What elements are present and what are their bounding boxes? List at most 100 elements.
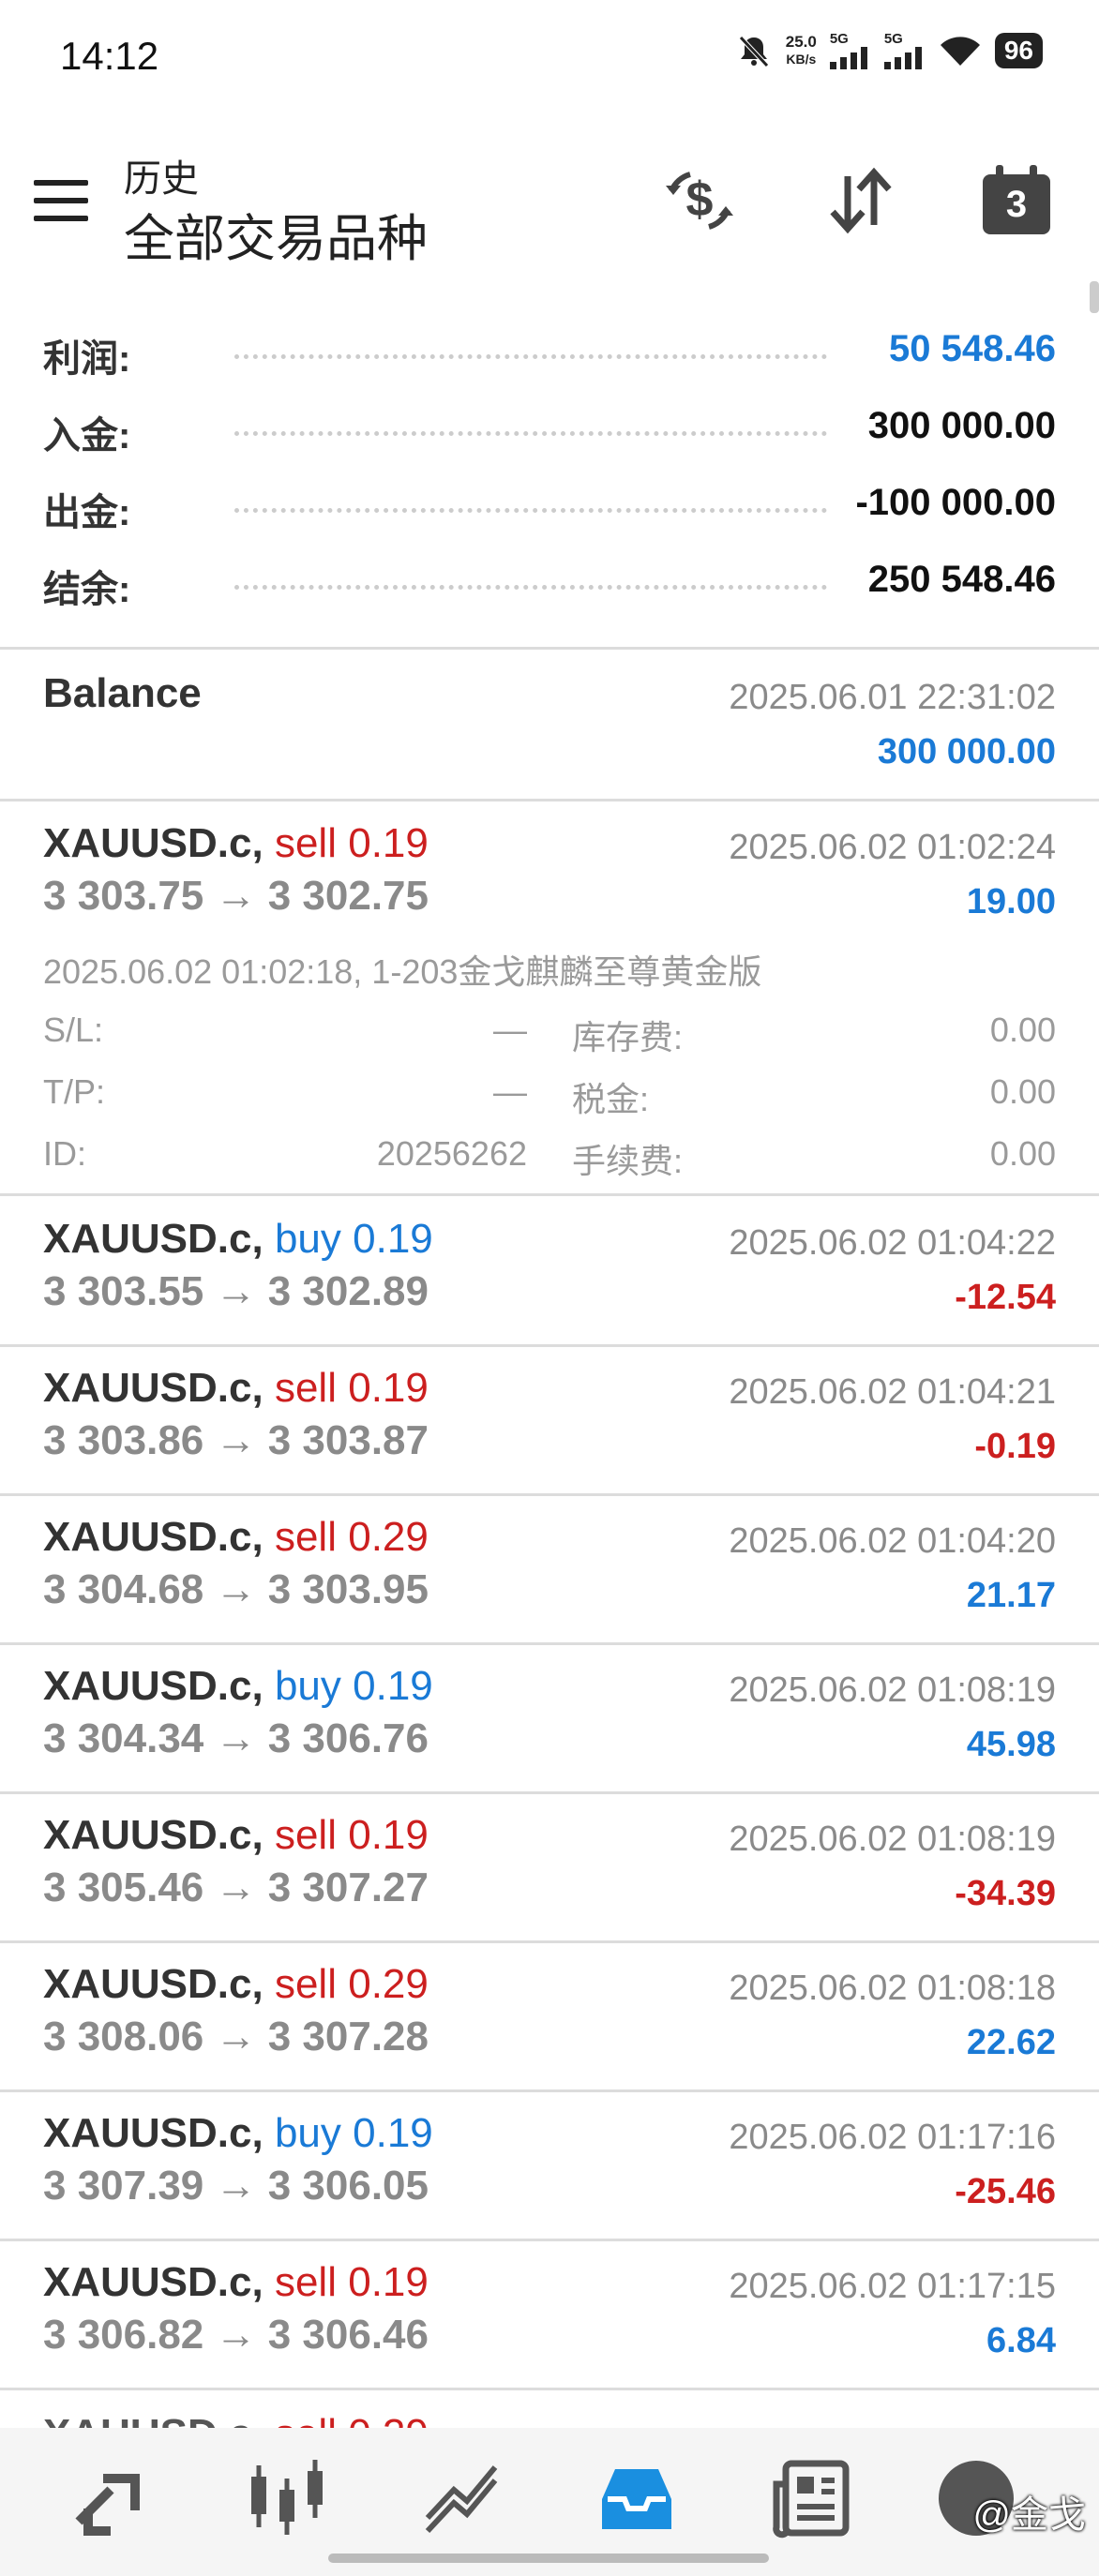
sl-label: S/L: (43, 1011, 104, 1049)
deal-side: buy 0.19 (274, 1663, 433, 1709)
deal-time: 2025.06.02 01:08:18 (729, 1969, 1056, 2008)
deal-time: 2025.06.02 01:08:19 (729, 1670, 1056, 1710)
wifi-icon (940, 37, 980, 66)
news-icon[interactable] (771, 2456, 855, 2540)
watermark-text: @金戈 (972, 2494, 1086, 2536)
sl-value: — (493, 1011, 527, 1049)
deal-time: 2025.06.02 01:04:20 (729, 1521, 1056, 1561)
swap-value: 0.00 (989, 1011, 1056, 1049)
summary-balance: 结余: 250 548.46 (43, 559, 1056, 610)
signal-sim2: 5G (883, 32, 926, 69)
deal-symbol: XAUUSD.c, buy 0.19 (43, 1663, 433, 1709)
status-time: 14:12 (60, 34, 159, 78)
scrollbar[interactable] (1090, 281, 1099, 313)
deal-row[interactable]: XAUUSD.c, sell 0.19 3 303.75 → 3 302.75 20… (0, 801, 1099, 1195)
calendar-day: 3 (1005, 184, 1028, 225)
deal-side: sell 0.19 (274, 820, 429, 866)
tp-value: — (493, 1072, 527, 1111)
gesture-bar[interactable] (328, 2554, 769, 2563)
deposit-filter-icon[interactable]: $ (662, 163, 737, 238)
deal-profit: -34.39 (955, 1874, 1056, 1913)
deal-side: buy 0.19 (274, 1216, 433, 1262)
mute-bell-icon (738, 36, 769, 67)
row-divider (0, 1193, 1099, 1196)
deal-symbol: XAUUSD.c, sell 0.19 (43, 1365, 429, 1411)
deal-prices: 3 303.86 → 3 303.87 (43, 1417, 429, 1463)
tax-value: 0.00 (989, 1072, 1056, 1111)
partial-row: XAUUSD.c, sell 0.29 (0, 2389, 1099, 2428)
quotes-icon[interactable] (69, 2456, 154, 2540)
deal-prices: 3 307.39 → 3 306.05 (43, 2163, 429, 2209)
deal-symbol: XAUUSD.c, buy 0.19 (43, 1216, 433, 1262)
balance-label: Balance (43, 670, 202, 716)
deal-profit: -0.19 (974, 1427, 1056, 1466)
trade-icon[interactable] (420, 2456, 504, 2540)
id-value: 20256262 (376, 1134, 527, 1173)
tax-label: 税金: (572, 1080, 650, 1118)
deal-profit: 45.98 (966, 1725, 1056, 1764)
status-bar: 14:12 25.0 KB/s 5G 5G 96 (0, 0, 1099, 112)
fee-value: 0.00 (989, 1134, 1056, 1173)
page-subtitle: 历史 (124, 158, 199, 200)
balance-amount: 300 000.00 (877, 732, 1056, 771)
deal-side: sell 0.29 (274, 1961, 429, 2007)
deal-profit: 19.00 (966, 882, 1056, 921)
signal-sim1: 5G (829, 32, 871, 69)
deal-symbol: XAUUSD.c, sell 0.19 (43, 820, 429, 866)
deal-time: 2025.06.02 01:17:15 (729, 2267, 1056, 2306)
deal-time: 2025.06.02 01:04:21 (729, 1372, 1056, 1412)
deal-prices: 3 305.46 → 3 307.27 (43, 1865, 429, 1910)
svg-text:$: $ (686, 172, 714, 227)
summary-deposit: 入金: 300 000.00 (43, 405, 1056, 457)
calendar-icon[interactable]: 3 (979, 163, 1054, 238)
deal-prices: 3 304.34 → 3 306.76 (43, 1715, 429, 1761)
swap-label: 库存费: (572, 1018, 684, 1056)
deal-side: buy 0.19 (274, 2110, 433, 2156)
deal-side: sell 0.19 (274, 1812, 429, 1858)
deal-side: sell 0.29 (274, 1514, 429, 1560)
net-speed: 25.0 KB/s (785, 33, 817, 67)
deal-symbol: XAUUSD.c, sell 0.19 (43, 1812, 429, 1858)
deal-profit: -12.54 (955, 1278, 1056, 1317)
fee-label: 手续费: (572, 1142, 684, 1180)
deal-prices: 3 304.68 → 3 303.95 (43, 1566, 429, 1612)
deal-profit: 22.62 (966, 2023, 1056, 2062)
deal-profit: -25.46 (955, 2172, 1056, 2211)
chart-icon[interactable] (246, 2456, 330, 2540)
deal-row[interactable]: XAUUSD.c, sell 0.19 3 303.86 → 3 303.87 20… (0, 1346, 1099, 1495)
deal-row[interactable]: XAUUSD.c, sell 0.29 3 304.68 → 3 303.95 20… (0, 1495, 1099, 1644)
deal-symbol: XAUUSD.c, sell 0.29 (43, 1514, 429, 1560)
deal-symbol: XAUUSD.c, sell 0.19 (43, 2259, 429, 2305)
balance-row[interactable]: Balance 2025.06.01 22:31:02 300 000.00 (0, 650, 1099, 800)
deal-prices: 3 308.06 → 3 307.28 (43, 2014, 429, 2059)
sort-icon[interactable] (823, 163, 898, 238)
deal-prices: 3 303.75 → 3 302.75 (43, 873, 429, 919)
page-title[interactable]: 全部交易品种 (124, 197, 428, 271)
battery-indicator: 96 (994, 33, 1043, 68)
deal-time: 2025.06.02 01:04:22 (729, 1223, 1056, 1263)
deal-open-info: 2025.06.02 01:02:18, 1-203金戈麒麟至尊黄金版 (43, 952, 762, 991)
deal-side: sell 0.19 (274, 2259, 429, 2305)
deal-row[interactable]: XAUUSD.c, buy 0.19 3 304.34 → 3 306.76 202… (0, 1644, 1099, 1793)
deal-time: 2025.06.02 01:17:16 (729, 2118, 1056, 2157)
tp-label: T/P: (43, 1072, 106, 1111)
deal-side: sell 0.19 (274, 1365, 429, 1411)
deal-profit: 21.17 (966, 1576, 1056, 1615)
menu-icon[interactable] (34, 180, 88, 221)
balance-time: 2025.06.01 22:31:02 (729, 678, 1056, 717)
deal-prices: 3 306.82 → 3 306.46 (43, 2312, 429, 2358)
summary-withdrawal: 出金: -100 000.00 (43, 482, 1056, 533)
id-label: ID: (43, 1134, 87, 1173)
deal-prices: 3 303.55 → 3 302.89 (43, 1268, 429, 1314)
deal-row[interactable]: XAUUSD.c, buy 0.19 3 303.55 → 3 302.89 202… (0, 1197, 1099, 1346)
deal-row[interactable]: XAUUSD.c, sell 0.29 3 308.06 → 3 307.28 20… (0, 1942, 1099, 2091)
deal-symbol: XAUUSD.c, sell 0.29 (43, 1961, 429, 2007)
deal-row[interactable]: XAUUSD.c, buy 0.19 3 307.39 → 3 306.05 202… (0, 2091, 1099, 2240)
deal-row[interactable]: XAUUSD.c, sell 0.19 3 305.46 → 3 307.27 20… (0, 1793, 1099, 1942)
summary-profit: 利润: 50 548.46 (43, 328, 1056, 380)
history-icon[interactable] (595, 2456, 679, 2540)
deal-row[interactable]: XAUUSD.c, sell 0.19 3 306.82 → 3 306.46 20… (0, 2240, 1099, 2389)
app-header: 历史 全部交易品种 $ 3 (0, 141, 1099, 281)
signal-icon (883, 47, 922, 69)
deal-time: 2025.06.02 01:08:19 (729, 1820, 1056, 1859)
